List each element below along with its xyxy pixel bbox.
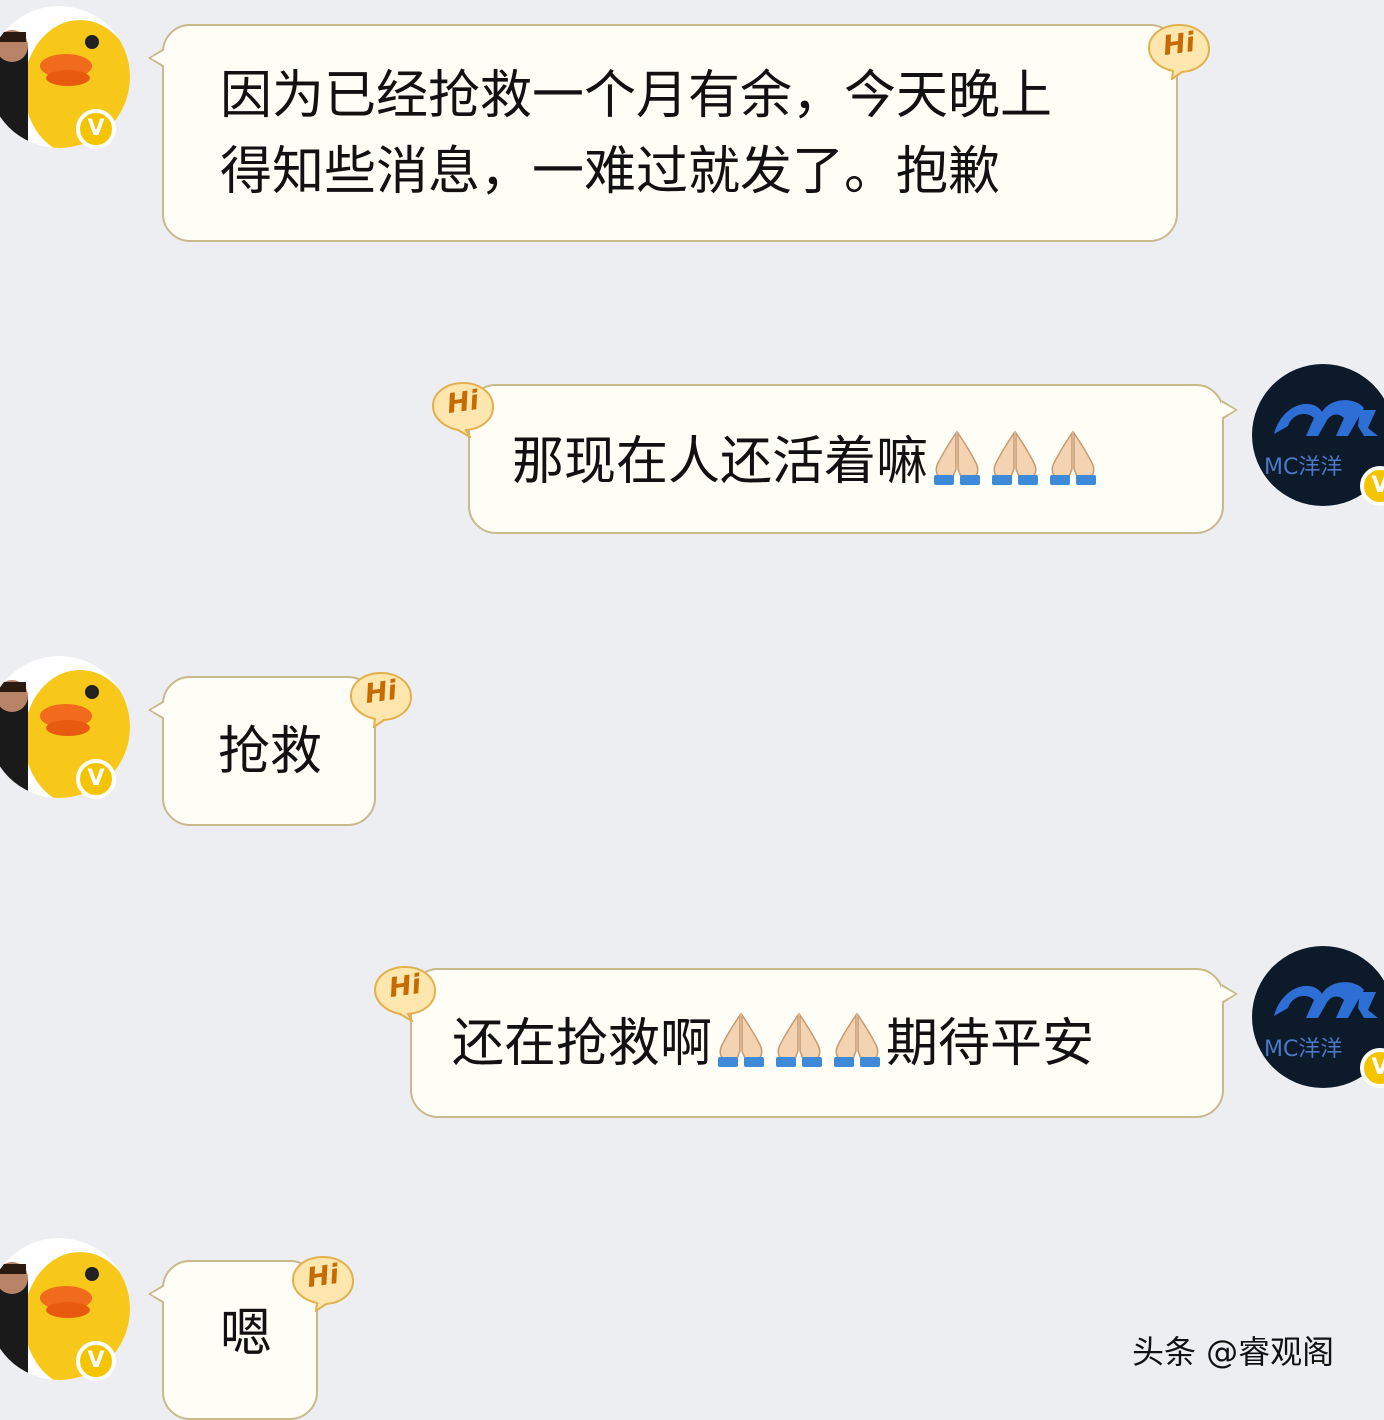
folded-hands-icon [1046, 429, 1100, 508]
hi-badge-icon: Hi [290, 1254, 356, 1312]
watermark: 头条 @睿观阁 [1132, 1333, 1335, 1371]
sender-avatar[interactable]: V [0, 1238, 130, 1381]
verified-badge-icon: V [76, 759, 116, 799]
bubble-tail [1221, 400, 1238, 420]
message-text-after: 期待平安 [886, 1014, 1095, 1074]
folded-hands-icon [988, 429, 1042, 508]
sender-avatar[interactable]: V [0, 6, 130, 149]
bubble-tail [1221, 984, 1238, 1004]
message-text-before: 还在抢救啊 [452, 1014, 713, 1074]
verified-badge-icon: V [76, 109, 116, 149]
message-text-line-2: 得知些消息，一难过就发了。抱歉 [220, 142, 1001, 202]
message-text-content: 那现在人还活着嘛 [512, 432, 929, 492]
message-text: 还在抢救啊 期待平安 [452, 1006, 1222, 1090]
message-bubble-2[interactable]: 那现在人还活着嘛 Hi [431, 381, 1238, 534]
bubble-tail [148, 48, 165, 68]
verified-badge-icon: V [76, 1341, 116, 1381]
hi-badge-icon: Hi [1146, 22, 1212, 80]
message-bubble-3[interactable]: 抢救 Hi [148, 671, 413, 826]
bubble-tail [148, 1284, 165, 1304]
folded-hands-icon [772, 1011, 826, 1090]
message-bubble-1[interactable]: 因为已经抢救一个月有余，今天晚上 得知些消息，一难过就发了。抱歉 Hi [148, 23, 1211, 242]
message-text: 那现在人还活着嘛 [512, 424, 1222, 508]
hi-badge-icon: Hi [348, 670, 414, 728]
folded-hands-icon [714, 1011, 768, 1090]
hi-badge-icon: Hi [430, 380, 496, 438]
svg-text:MC洋洋: MC洋洋 [1264, 1037, 1342, 1062]
receiver-avatar[interactable]: MC洋洋 V [1252, 946, 1384, 1088]
hi-badge-icon: Hi [372, 964, 438, 1022]
bubble-tail [148, 700, 165, 720]
folded-hands-icon [930, 429, 984, 508]
receiver-avatar[interactable]: MC洋洋 V [1252, 364, 1384, 506]
folded-hands-icon [830, 1011, 884, 1090]
sender-avatar[interactable]: V [0, 656, 130, 799]
message-bubble-5[interactable]: 嗯 Hi [148, 1255, 355, 1420]
message-bubble-4[interactable]: 还在抢救啊 期待平安 Hi [373, 965, 1238, 1118]
message-text-line-1: 因为已经抢救一个月有余，今天晚上 [220, 66, 1053, 126]
chat-area[interactable]: V 因为已经抢救一个月有余，今天晚上 得知些消息，一难过就发了。抱歉 Hi MC… [0, 0, 1384, 1420]
svg-text:MC洋洋: MC洋洋 [1264, 455, 1342, 480]
